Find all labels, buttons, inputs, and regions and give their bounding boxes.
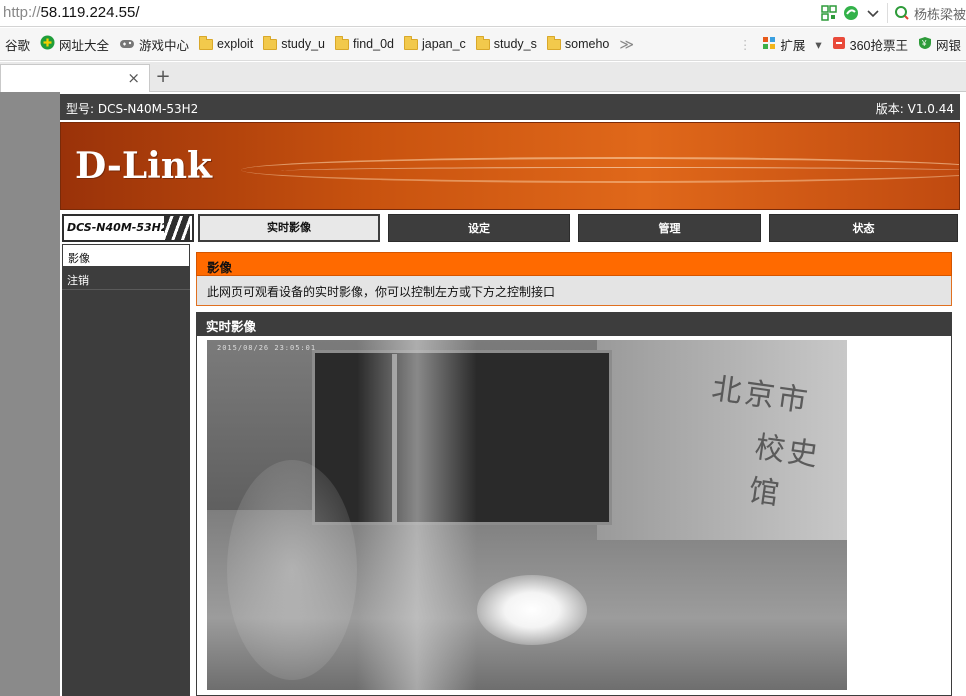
live-video-panel: 北京市 校史馆 2015/08/26 23:05:01 <box>196 336 952 696</box>
bookmark-item[interactable]: someho <box>542 35 614 51</box>
extensions-button[interactable]: 扩展 ▾ <box>757 35 826 54</box>
wangyin-label: 网银 <box>935 38 961 53</box>
model-info: 型号: DCS-N40M-53H2 <box>66 102 199 116</box>
close-tab-icon[interactable]: × <box>127 69 140 87</box>
bookmark-label: exploit <box>217 37 254 51</box>
bookmark-item[interactable]: study_u <box>258 35 330 51</box>
sidebar-item-video[interactable]: 影像 <box>62 244 190 267</box>
camera-web-ui: 型号: DCS-N40M-53H2 版本: V1.0.44 D-Link DCS… <box>60 92 960 696</box>
ticket-icon <box>832 36 846 53</box>
video-lens-haze <box>357 340 477 690</box>
page-left-margin <box>0 92 60 696</box>
url-protocol: http:// <box>3 4 41 21</box>
bookmark-label: 游戏中心 <box>139 38 190 53</box>
extensions-label: 扩展 <box>780 38 806 53</box>
video-floor-light <box>477 575 587 645</box>
banner-swoosh-inner <box>281 167 959 175</box>
folder-icon <box>334 35 349 50</box>
sidebar: 影像 注销 <box>62 244 190 696</box>
qiangpiao-label: 360抢票王 <box>849 38 908 53</box>
new-tab-button[interactable]: + <box>152 66 174 88</box>
url-field[interactable]: http://58.119.224.55/ <box>3 4 140 21</box>
video-wall-text: 校史馆 <box>746 429 823 513</box>
search-text: 杨栋梁被 <box>913 6 966 22</box>
live-video-title: 实时影像 <box>196 312 952 336</box>
extensions-grid-icon <box>762 36 776 53</box>
section-title: 影像 <box>196 252 952 276</box>
more-bookmarks-button[interactable]: ≫ <box>614 36 639 53</box>
bookmark-label: japan_c <box>421 37 466 51</box>
shield-icon: ¥ <box>918 36 932 53</box>
bookmark-item[interactable]: japan_c <box>399 35 471 51</box>
search-box[interactable]: 杨栋梁被 <box>886 3 966 23</box>
qiangpiao-button[interactable]: 360抢票王 <box>827 35 913 54</box>
dlink-logo: D-Link <box>75 145 212 187</box>
address-bar[interactable]: http://58.119.224.55/ 杨栋梁被 <box>0 0 966 27</box>
sidebar-item-logout[interactable]: 注销 <box>62 267 190 290</box>
bookmark-item[interactable]: 网址大全 <box>35 35 114 54</box>
video-timestamp: 2015/08/26 23:05:01 <box>217 344 317 352</box>
section-description: 此网页可观看设备的实时影像，你可以控制左方或下方之控制接口 <box>196 276 952 306</box>
tab-maintenance[interactable]: 管理 <box>578 214 761 242</box>
wangyin-button[interactable]: ¥ 网银 <box>913 35 966 54</box>
tab-bar: × + <box>0 62 966 92</box>
bookmark-item[interactable]: 游戏中心 <box>114 35 194 54</box>
folder-icon <box>263 35 278 50</box>
vertical-dots-icon: ⋮ <box>738 37 752 52</box>
bookmark-label: find_0d <box>352 37 394 51</box>
model-badge: DCS-N40M-53H2 <box>62 214 194 242</box>
compat-mode-icon[interactable] <box>843 5 859 21</box>
folder-icon <box>546 35 561 50</box>
browser-tab[interactable]: × <box>0 64 150 92</box>
gamepad-icon <box>119 37 135 52</box>
main-nav: DCS-N40M-53H2 实时影像 设定 管理 状态 <box>60 214 960 242</box>
svg-text:¥: ¥ <box>921 39 927 48</box>
info-bar: 型号: DCS-N40M-53H2 版本: V1.0.44 <box>60 94 960 120</box>
folder-icon <box>199 35 214 50</box>
bookmarks-bar: 谷歌 网址大全 游戏中心 exploit study_u find_0d jap… <box>0 28 966 61</box>
bookmark-label: study_u <box>281 37 325 51</box>
folder-icon <box>475 35 490 50</box>
qr-code-icon[interactable] <box>821 5 837 21</box>
tab-status[interactable]: 状态 <box>769 214 958 242</box>
brand-banner: D-Link <box>60 122 960 210</box>
dropdown-arrow-icon: ▾ <box>815 37 822 52</box>
bookmark-label: study_s <box>493 37 537 51</box>
plus-circle-icon <box>40 35 55 53</box>
chevron-down-icon[interactable] <box>865 5 881 21</box>
version-info: 版本: V1.0.44 <box>875 102 954 116</box>
bookmark-label: 谷歌 <box>5 38 31 53</box>
model-badge-text: DCS-N40M-53H2 <box>67 221 169 234</box>
search-icon <box>894 5 910 21</box>
bookmark-item[interactable]: exploit <box>194 35 258 51</box>
tab-setup[interactable]: 设定 <box>388 214 570 242</box>
url-host: 58.119.224.55/ <box>40 4 140 21</box>
video-lens-haze <box>227 460 357 680</box>
tab-live-video[interactable]: 实时影像 <box>198 214 380 242</box>
bookmark-label: 网址大全 <box>59 38 110 53</box>
more-chevron-icon: ≫ <box>619 35 635 52</box>
bookmark-item[interactable]: find_0d <box>330 35 399 51</box>
folder-icon <box>403 35 418 50</box>
bookmark-item[interactable]: 谷歌 <box>0 35 35 54</box>
bookmark-label: someho <box>564 37 610 51</box>
live-video-feed[interactable]: 北京市 校史馆 2015/08/26 23:05:01 <box>207 340 847 690</box>
main-content: 影像 此网页可观看设备的实时影像，你可以控制左方或下方之控制接口 实时影像 北京… <box>196 252 952 696</box>
bookmark-item[interactable]: study_s <box>471 35 542 51</box>
